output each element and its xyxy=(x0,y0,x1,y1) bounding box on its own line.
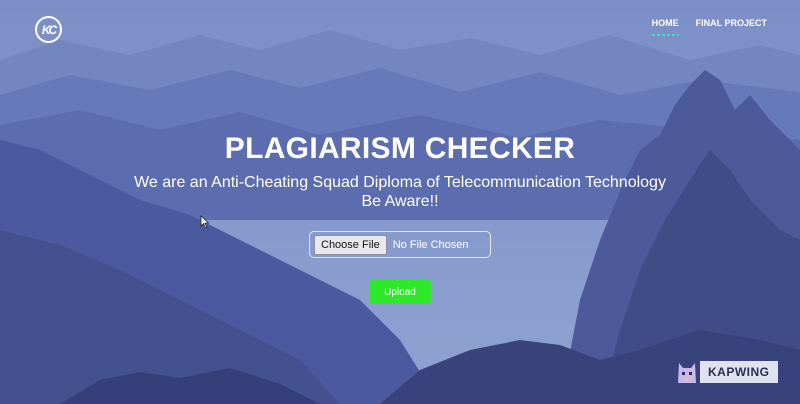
choose-file-button[interactable]: Choose File xyxy=(314,234,387,255)
nav-home-link[interactable]: HOME xyxy=(651,18,679,36)
file-status-text: No File Chosen xyxy=(392,238,469,251)
logo-text: KC xyxy=(41,22,57,37)
page-subtitle: We are an Anti-Cheating Squad Diploma of… xyxy=(0,173,800,211)
mouse-cursor-icon xyxy=(200,215,210,229)
kapwing-cat-icon xyxy=(678,363,696,383)
nav-final-project-link[interactable]: FINAL PROJECT xyxy=(696,18,767,36)
subtitle-line-1: We are an Anti-Cheating Squad Diploma of… xyxy=(134,174,666,191)
page-title: PLAGIARISM CHECKER xyxy=(224,132,576,165)
upload-button[interactable]: Upload xyxy=(369,280,431,304)
brand-logo[interactable]: KC xyxy=(35,16,62,43)
file-input[interactable]: Choose File No File Chosen xyxy=(309,231,491,258)
top-nav: HOME FINAL PROJECT xyxy=(651,18,767,36)
hero-section: KC HOME FINAL PROJECT PLAGIARISM CHECKER… xyxy=(0,0,800,404)
watermark-text: KAPWING xyxy=(700,361,778,383)
kapwing-watermark: KAPWING xyxy=(676,358,788,386)
subtitle-line-2: Be Aware!! xyxy=(361,193,439,210)
